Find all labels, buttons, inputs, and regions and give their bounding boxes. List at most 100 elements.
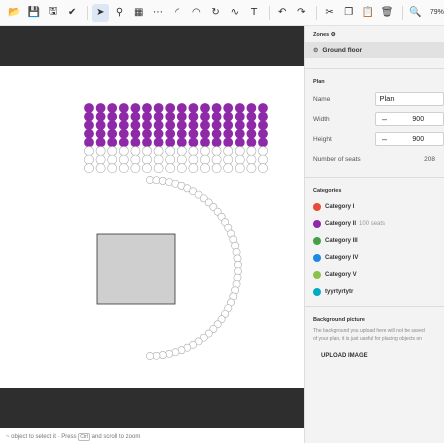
seat-unassigned[interactable] [189, 146, 198, 155]
seat-category-ii[interactable] [247, 138, 256, 147]
seat-unassigned[interactable] [142, 164, 151, 173]
seat-unassigned[interactable] [119, 146, 128, 155]
seat-unassigned[interactable] [177, 155, 186, 164]
seat-category-ii[interactable] [235, 112, 244, 121]
seat-category-ii[interactable] [212, 112, 221, 121]
seat-category-ii[interactable] [189, 121, 198, 130]
seat-category-ii[interactable] [142, 121, 151, 130]
seat-unassigned[interactable] [200, 164, 209, 173]
seat-category-ii[interactable] [224, 129, 233, 138]
seat-unassigned[interactable] [96, 155, 105, 164]
seat-category-ii[interactable] [212, 138, 221, 147]
stage-square[interactable] [97, 234, 175, 304]
seat-category-ii[interactable] [247, 103, 256, 112]
text-tool-button[interactable]: T [245, 4, 262, 22]
seat-category-ii[interactable] [235, 103, 244, 112]
seat-category-ii[interactable] [258, 129, 267, 138]
seat-category-ii[interactable] [258, 112, 267, 121]
seat-unassigned[interactable] [177, 146, 186, 155]
zoom-level[interactable]: 79% [430, 9, 444, 16]
category-item[interactable]: Category IV [305, 249, 444, 266]
seat-category-ii[interactable] [119, 138, 128, 147]
seat-arc[interactable] [234, 268, 241, 275]
seat-unassigned[interactable] [142, 155, 151, 164]
seat-unassigned[interactable] [224, 146, 233, 155]
seat-arc[interactable] [153, 177, 160, 184]
zone-item-ground-floor[interactable]: ⚙ Ground floor [305, 42, 444, 58]
seat-category-ii[interactable] [84, 103, 93, 112]
plan-name-input[interactable]: Plan [375, 92, 444, 106]
seat-unassigned[interactable] [96, 164, 105, 173]
seat-unassigned[interactable] [119, 164, 128, 173]
seat-category-ii[interactable] [200, 129, 209, 138]
seat-category-ii[interactable] [212, 129, 221, 138]
folder-open-button[interactable]: 📂 [6, 4, 23, 22]
seat-unassigned[interactable] [131, 146, 140, 155]
seat-category-ii[interactable] [177, 112, 186, 121]
seat-unassigned[interactable] [212, 164, 221, 173]
seat-category-ii[interactable] [154, 138, 163, 147]
seat-category-ii[interactable] [258, 138, 267, 147]
seat-unassigned[interactable] [108, 146, 117, 155]
seat-unassigned[interactable] [235, 164, 244, 173]
paste-button[interactable]: 📋 [359, 4, 376, 22]
seat-unassigned[interactable] [119, 155, 128, 164]
seat-category-ii[interactable] [258, 103, 267, 112]
seat-unassigned[interactable] [247, 164, 256, 173]
zoom-button[interactable]: 🔍 [407, 4, 424, 22]
category-item[interactable]: Category I [305, 198, 444, 215]
seat-unassigned[interactable] [108, 164, 117, 173]
seat-category-ii[interactable] [258, 121, 267, 130]
seat-unassigned[interactable] [166, 146, 175, 155]
delete-button[interactable]: 🗑 [379, 4, 396, 22]
seat-unassigned[interactable] [235, 146, 244, 155]
height-stepper[interactable]: – 900 [375, 132, 444, 146]
seat-unassigned[interactable] [177, 164, 186, 173]
seat-category-ii[interactable] [108, 121, 117, 130]
seat-arc[interactable] [166, 350, 173, 357]
height-value[interactable]: 900 [394, 136, 443, 143]
seat-unassigned[interactable] [212, 155, 221, 164]
width-decrement-button[interactable]: – [376, 114, 394, 124]
select-arrow-button[interactable]: ➤ [92, 4, 109, 22]
seat-unassigned[interactable] [96, 146, 105, 155]
seat-unassigned[interactable] [131, 155, 140, 164]
seat-unassigned[interactable] [258, 155, 267, 164]
seat-category-ii[interactable] [177, 121, 186, 130]
seat-category-ii[interactable] [84, 112, 93, 121]
seat-category-ii[interactable] [131, 112, 140, 121]
seat-category-ii[interactable] [189, 138, 198, 147]
height-decrement-button[interactable]: – [376, 134, 394, 144]
seat-unassigned[interactable] [235, 155, 244, 164]
seat-unassigned[interactable] [224, 164, 233, 173]
seat-category-ii[interactable] [200, 112, 209, 121]
seat-category-ii[interactable] [131, 121, 140, 130]
seat-category-ii[interactable] [177, 138, 186, 147]
seat-arc[interactable] [146, 352, 153, 359]
seat-category-ii[interactable] [119, 112, 128, 121]
seat-category-ii[interactable] [96, 129, 105, 138]
seat-category-ii[interactable] [131, 129, 140, 138]
seat-unassigned[interactable] [258, 164, 267, 173]
seat-category-ii[interactable] [119, 129, 128, 138]
seat-category-ii[interactable] [119, 121, 128, 130]
seat-category-ii[interactable] [96, 103, 105, 112]
seat-unassigned[interactable] [154, 155, 163, 164]
seat-unassigned[interactable] [189, 164, 198, 173]
seat-unassigned[interactable] [84, 164, 93, 173]
seat-category-ii[interactable] [96, 138, 105, 147]
seat-category-ii[interactable] [119, 103, 128, 112]
seat-category-ii[interactable] [189, 103, 198, 112]
upload-image-button[interactable]: UPLOAD IMAGE [305, 343, 444, 359]
seat-category-ii[interactable] [224, 112, 233, 121]
arc-tool-button[interactable]: ◜ [169, 4, 186, 22]
seat-category-ii[interactable] [131, 103, 140, 112]
category-item[interactable]: Category III [305, 232, 444, 249]
seat-category-ii[interactable] [200, 138, 209, 147]
seat-category-ii[interactable] [166, 129, 175, 138]
circle-arc-button[interactable]: ◠ [188, 4, 205, 22]
seat-category-ii[interactable] [142, 138, 151, 147]
seat-unassigned[interactable] [166, 164, 175, 173]
seat-category-ii[interactable] [142, 112, 151, 121]
seat-category-ii[interactable] [84, 121, 93, 130]
